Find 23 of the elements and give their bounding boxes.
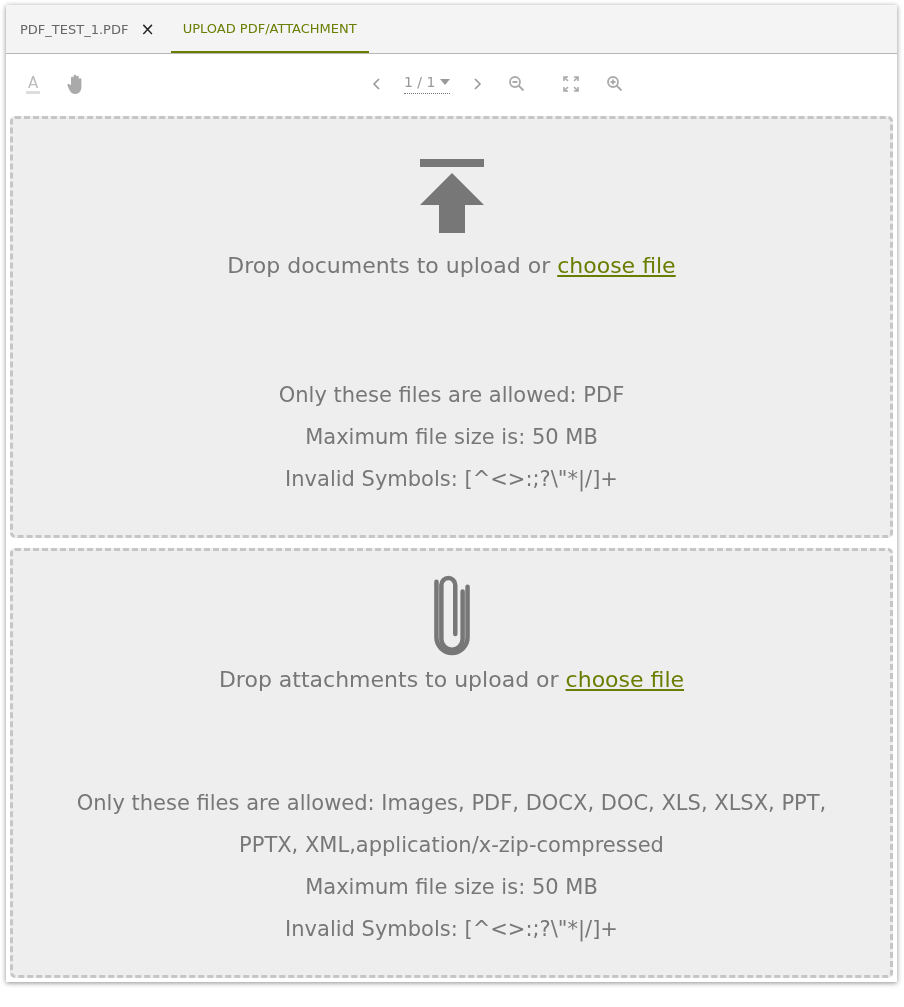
file-rule-text: Only these files are allowed: Images, PDF, DOCX, DOC, XLS, XLSX, PPT, PPTX, XML,application/x-zip-compressed <box>75 790 828 859</box>
file-rule-text: Invalid Symbols: [^<>:;?\"*|/]+ <box>284 916 619 944</box>
choose-file-link[interactable]: choose file <box>565 667 685 692</box>
choose-file-link[interactable]: choose file <box>557 253 676 278</box>
file-rule-text: Only these files are allowed: PDF <box>278 382 625 409</box>
page-selector[interactable]: 1 / 1 <box>404 74 451 94</box>
fit-screen-icon[interactable] <box>562 75 581 93</box>
caret-icon <box>440 79 451 85</box>
upload-icon <box>419 159 484 233</box>
file-rule-text: Maximum file size is: 50 MB <box>304 874 599 901</box>
drop-prompt: Drop documents to upload or <box>227 253 551 278</box>
drop-zone[interactable]: Drop documents to upload or choose file Only these files are allowed: PDF Maximum file size is: 50 MB Invalid Symbols: [^<>:;?\"*|/]+ <box>10 116 893 538</box>
zoom-in-icon[interactable] <box>606 75 625 93</box>
zoom-out-icon[interactable] <box>508 75 527 93</box>
file-rule-text: Invalid Symbols: [^<>:;?\"*|/]+ <box>284 466 619 494</box>
tab[interactable]: PDF_TEST_1.PDF × <box>12 5 163 53</box>
drop-zone[interactable] <box>10 548 893 978</box>
tab[interactable]: UPLOAD PDF/ATTACHMENT <box>170 5 369 53</box>
file-rule-text: Maximum file size is: 50 MB <box>304 424 599 451</box>
next-page-icon[interactable] <box>472 77 483 91</box>
drop-prompt: Drop attachments to upload or <box>218 667 559 692</box>
previous-page-icon[interactable] <box>372 77 382 91</box>
close-icon[interactable]: × <box>140 19 155 39</box>
